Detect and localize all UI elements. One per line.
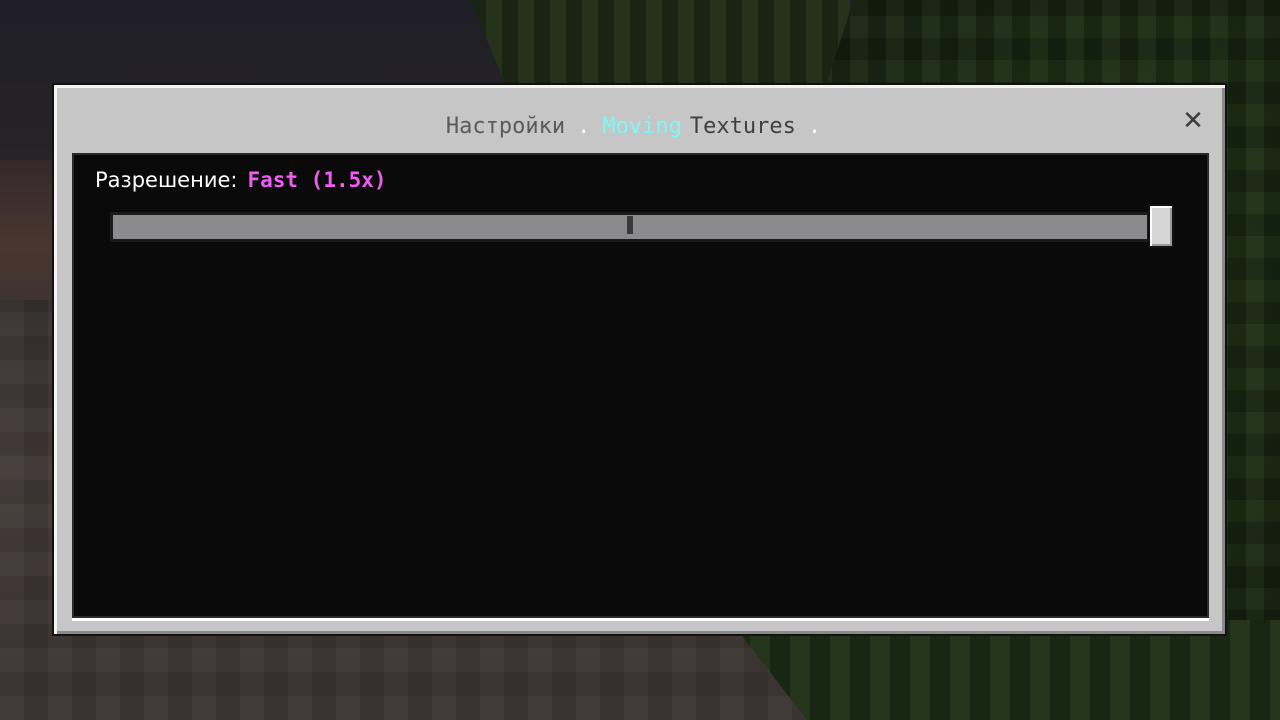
slider-thumb[interactable] (1148, 204, 1174, 248)
setting-value: Fast (1.5x) (247, 168, 387, 192)
breadcrumb-root[interactable]: Настройки (446, 114, 565, 140)
breadcrumb-current-rest: Textures (689, 114, 796, 139)
breadcrumb-current-accent: Moving (602, 114, 682, 139)
dialog-header: Настройки. Moving Textures. ✕ (54, 85, 1225, 153)
resolution-slider[interactable] (110, 204, 1175, 248)
slider-tick (627, 216, 633, 234)
setting-label: Разрешение: Fast (1.5x) (95, 167, 387, 193)
breadcrumb-separator: . (577, 114, 591, 139)
breadcrumb-trailing-separator: . (807, 114, 822, 139)
close-icon[interactable]: ✕ (1181, 108, 1205, 134)
setting-name: Разрешение: (95, 168, 238, 192)
settings-dialog: Настройки. Moving Textures. ✕ Разрешение: F… (52, 83, 1227, 636)
breadcrumb: Настройки. Moving Textures. (54, 114, 1225, 140)
settings-panel: Разрешение: Fast (1.5x) (72, 153, 1209, 618)
